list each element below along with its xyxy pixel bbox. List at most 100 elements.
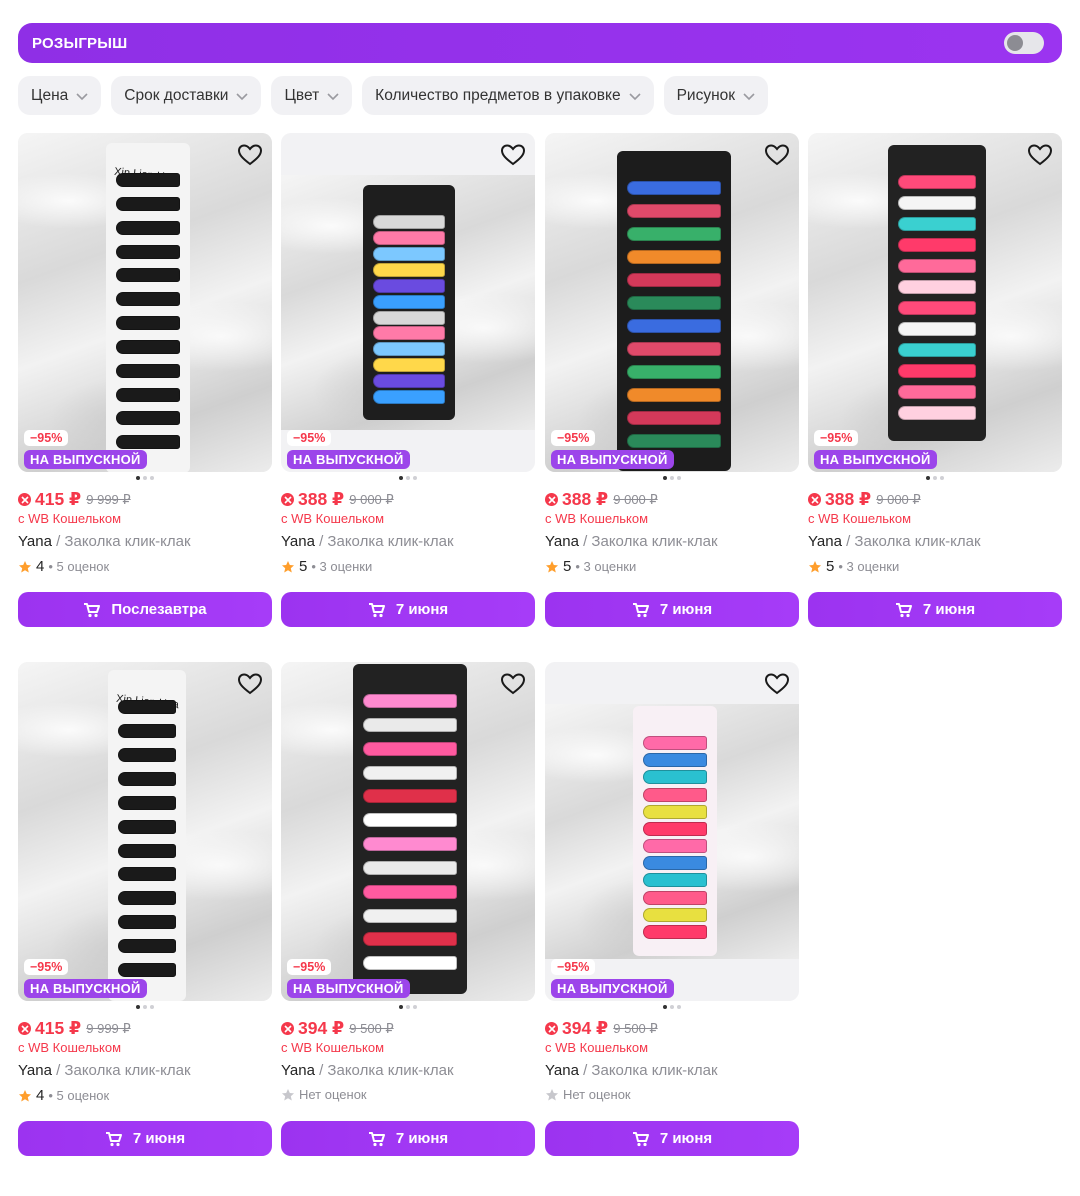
brand-name: Yana [281, 1062, 315, 1079]
product-card[interactable]: Xin Lian Hua −95% НА ВЫПУСКНОЙ 415 ₽ 9 9… [18, 133, 272, 627]
product-photo[interactable]: Xin Lian Hua −95% НА ВЫПУСКНОЙ [18, 133, 272, 472]
discount-badge: −95% [287, 430, 332, 446]
hair-clip [373, 230, 445, 245]
hair-clip [627, 250, 721, 264]
promo-label: РОЗЫГРЫШ [32, 34, 128, 52]
filter-price[interactable]: Цена [18, 76, 102, 115]
cart-icon [84, 602, 101, 617]
promo-toggle[interactable] [1004, 32, 1044, 54]
product-photo[interactable]: −95% НА ВЫПУСКНОЙ [281, 133, 535, 472]
chevron-down-icon [629, 92, 641, 100]
product-name: / Заколка клик-клак [841, 533, 981, 550]
product-card[interactable]: −95% НА ВЫПУСКНОЙ 394 ₽ 9 500 ₽ с WB Кош… [281, 662, 535, 1156]
photo-pagination [281, 1005, 535, 1009]
filter-delivery-time[interactable]: Срок доставки [111, 76, 262, 115]
brand-name: Yana [18, 533, 52, 550]
hair-clip [627, 342, 721, 356]
review-count: Нет оценок [299, 1087, 367, 1102]
discount-badge: −95% [24, 959, 69, 975]
wallet-note: с WB Кошельком [545, 511, 649, 526]
add-to-cart-button[interactable]: 7 июня [545, 1121, 799, 1156]
hair-clip [643, 753, 707, 768]
product-photo[interactable]: −95% НА ВЫПУСКНОЙ [545, 133, 799, 472]
hair-clip [627, 434, 721, 448]
filter-label: Количество предметов в упаковке [375, 86, 621, 104]
hair-clip [116, 435, 180, 450]
filter-pattern[interactable]: Рисунок [663, 76, 769, 115]
hair-clip [363, 789, 457, 804]
heart-icon[interactable] [1026, 141, 1054, 169]
product-photo[interactable]: Xin Lian Hua −95% НА ВЫПУСКНОЙ [18, 662, 272, 1001]
heart-icon[interactable] [499, 141, 527, 169]
hair-clip [118, 939, 176, 954]
hair-clip [898, 238, 976, 252]
add-to-cart-button[interactable]: 7 июня [545, 592, 799, 627]
filter-color[interactable]: Цвет [271, 76, 353, 115]
heart-icon[interactable] [763, 670, 791, 698]
price-row: 388 ₽ 9 000 ₽ [281, 489, 394, 510]
add-to-cart-button[interactable]: Послезавтра [18, 592, 272, 627]
product-card[interactable]: −95% НА ВЫПУСКНОЙ 394 ₽ 9 500 ₽ с WB Кош… [545, 662, 799, 1156]
hair-clip [363, 860, 457, 875]
add-to-cart-button[interactable]: 7 июня [281, 592, 535, 627]
hair-clip [373, 374, 445, 389]
heart-icon[interactable] [236, 670, 264, 698]
hair-clip [373, 294, 445, 309]
wallet-icon [545, 493, 558, 506]
hair-clip [898, 364, 976, 378]
product-title[interactable]: Yana / Заколка клик-клак [281, 1062, 454, 1079]
old-price: 9 000 ₽ [876, 491, 921, 507]
delivery-label: 7 июня [659, 601, 713, 618]
hair-clip [363, 956, 457, 971]
brand-name: Yana [545, 1062, 579, 1079]
hair-clip [363, 741, 457, 756]
heart-icon[interactable] [236, 141, 264, 169]
wallet-note: с WB Кошельком [545, 1040, 649, 1055]
hair-clip [627, 411, 721, 425]
product-name: / Заколка клик-клак [578, 1062, 718, 1079]
hair-clip [898, 322, 976, 336]
hair-clip [643, 839, 707, 853]
hair-clip [118, 891, 176, 906]
hair-clip [643, 856, 707, 871]
heart-icon[interactable] [763, 141, 791, 169]
wallet-note: с WB Кошельком [808, 511, 912, 526]
event-badge: НА ВЫПУСКНОЙ [814, 450, 937, 469]
hair-clip [627, 296, 721, 310]
product-card[interactable]: −95% НА ВЫПУСКНОЙ 388 ₽ 9 000 ₽ с WB Кош… [545, 133, 799, 627]
price-row: 388 ₽ 9 000 ₽ [808, 489, 921, 510]
promo-banner[interactable]: РОЗЫГРЫШ [18, 23, 1062, 63]
product-photo[interactable]: −95% НА ВЫПУСКНОЙ [545, 662, 799, 1001]
product-title[interactable]: Yana / Заколка клик-клак [281, 533, 454, 550]
price-row: 415 ₽ 9 999 ₽ [18, 489, 131, 510]
star-icon [545, 1088, 559, 1100]
hair-clip [898, 301, 976, 315]
product-title[interactable]: Yana / Заколка клик-клак [545, 1062, 718, 1079]
product-card[interactable]: Xin Lian Hua −95% НА ВЫПУСКНОЙ 415 ₽ 9 9… [18, 662, 272, 1156]
hair-clip [118, 723, 176, 738]
event-badge: НА ВЫПУСКНОЙ [287, 450, 410, 469]
hair-clip [643, 907, 707, 922]
product-photo[interactable]: −95% НА ВЫПУСКНОЙ [808, 133, 1062, 472]
hair-clip [373, 390, 445, 405]
product-card[interactable]: −95% НА ВЫПУСКНОЙ 388 ₽ 9 000 ₽ с WB Кош… [281, 133, 535, 627]
delivery-label: 7 июня [395, 601, 449, 618]
product-card[interactable]: −95% НА ВЫПУСКНОЙ 388 ₽ 9 000 ₽ с WB Кош… [808, 133, 1062, 627]
add-to-cart-button[interactable]: 7 июня [808, 592, 1062, 627]
heart-icon[interactable] [499, 670, 527, 698]
cart-icon [632, 602, 649, 617]
add-to-cart-button[interactable]: 7 июня [281, 1121, 535, 1156]
filter-quantity[interactable]: Количество предметов в упаковке [362, 76, 654, 115]
product-title[interactable]: Yana / Заколка клик-клак [545, 533, 718, 550]
hair-clip [373, 310, 445, 325]
rating-row: Нет оценок [281, 1087, 367, 1102]
product-title[interactable]: Yana / Заколка клик-клак [18, 533, 191, 550]
add-to-cart-button[interactable]: 7 июня [18, 1121, 272, 1156]
hair-clip [373, 326, 445, 341]
product-title[interactable]: Yana / Заколка клик-клак [808, 533, 981, 550]
hair-clip [363, 837, 457, 851]
product-title[interactable]: Yana / Заколка клик-клак [18, 1062, 191, 1079]
price-row: 394 ₽ 9 500 ₽ [281, 1018, 394, 1039]
current-price: 394 ₽ [562, 1018, 609, 1038]
product-photo[interactable]: −95% НА ВЫПУСКНОЙ [281, 662, 535, 1001]
